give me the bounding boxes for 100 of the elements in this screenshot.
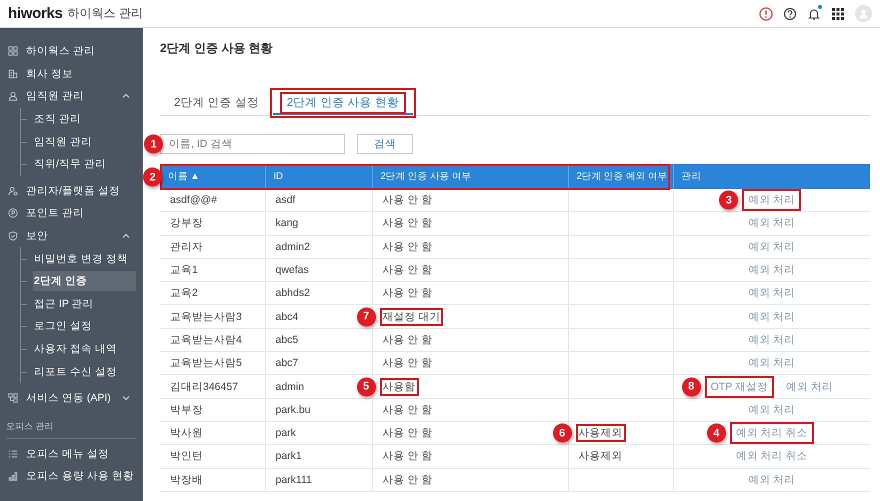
building-icon	[8, 68, 18, 79]
table-cell: 교육1	[160, 258, 265, 282]
section-label: 오피스 관리	[6, 420, 136, 438]
action-link[interactable]: 예외 처리	[745, 472, 798, 488]
table-cell: admin2	[265, 235, 372, 258]
status-text: 사용 안 함	[382, 334, 432, 346]
sidebar-item[interactable]: 하이웍스 관리	[0, 40, 142, 63]
table-cell: 박인턴	[160, 444, 265, 468]
status-text: 사용함	[382, 380, 416, 393]
sidebar-subitem[interactable]: 2단계 인증	[33, 271, 136, 292]
table-cell: asdf@@#	[160, 189, 265, 212]
tab[interactable]: 2단계 인증 사용 현황	[272, 91, 413, 115]
chevron-icon	[122, 92, 130, 100]
sidebar-item[interactable]: 오피스 메뉴 설정	[0, 442, 142, 466]
table-cell: 교육받는사람5	[160, 352, 265, 375]
status-text: 사용 안 함	[382, 427, 432, 440]
table-cell: abhds2	[265, 282, 372, 305]
status-text: 사용 안 함	[382, 357, 432, 370]
table-cell: park1	[265, 444, 372, 468]
status-text: 사용 안 함	[382, 194, 432, 206]
table-cell: kang	[265, 212, 372, 236]
table-cell: 교육2	[160, 282, 265, 305]
sidebar-item[interactable]: 서비스 연동 (API)	[0, 386, 142, 410]
status-text: 재설정 대기	[382, 310, 440, 323]
action-link[interactable]: 예외 처리	[745, 238, 798, 255]
table-cell: abc7	[265, 352, 372, 375]
help-icon[interactable]	[783, 6, 797, 20]
action-link[interactable]: 예외 처리	[745, 192, 798, 208]
exception-text: 사용제외	[578, 450, 622, 462]
table-cell: 강부장	[160, 212, 265, 236]
sidebar-item[interactable]: 포인트 관리	[0, 202, 142, 225]
table-cell: 김대리346457	[160, 374, 265, 398]
action-link[interactable]: 예외 처리	[745, 402, 798, 418]
sidebar-subitem[interactable]: 임직원 관리	[33, 132, 136, 152]
app-title: 하이웍스 관리	[68, 5, 143, 22]
person-icon	[8, 91, 18, 102]
sidebar-subitem[interactable]: 로그인 설정	[33, 316, 136, 336]
table-cell: 박사원	[160, 421, 265, 445]
table-cell: asdf	[265, 189, 372, 212]
sidebar-subitem[interactable]: 비밀번호 변경 정책	[33, 248, 136, 269]
search-field[interactable]: 이름, ID 검색	[160, 134, 345, 154]
status-text: 사용 안 함	[382, 404, 432, 416]
action-link[interactable]: OTP 재설정	[708, 378, 771, 395]
table-cell: abc5	[265, 328, 372, 352]
status-text: 사용 안 함	[382, 217, 432, 230]
action-link[interactable]: 예외 처리	[745, 332, 798, 348]
table-cell: 교육받는사람3	[160, 304, 265, 328]
callout-badge: 2	[143, 168, 162, 186]
action-link[interactable]: 예외 처리 취소	[732, 425, 811, 442]
tab[interactable]: 2단계 인증 설정	[160, 91, 273, 115]
action-link[interactable]: 예외 처리	[745, 308, 798, 325]
search-button[interactable]: 검색	[357, 134, 413, 154]
status-text: 사용 안 함	[382, 287, 432, 300]
status-text: 사용 안 함	[382, 264, 432, 276]
status-text: 사용 안 함	[382, 450, 432, 462]
alert-icon[interactable]	[759, 6, 773, 20]
list-icon	[8, 448, 18, 459]
table-cell: park	[265, 421, 372, 445]
status-text: 사용 안 함	[382, 474, 432, 486]
action-link[interactable]: 예외 처리	[745, 262, 798, 278]
nodes-icon	[8, 393, 18, 404]
sidebar-item[interactable]: 오피스 용량 사용 현황	[0, 465, 142, 488]
callout-badge: 3	[719, 190, 738, 210]
apps-grid-icon[interactable]	[831, 6, 845, 20]
action-link[interactable]: 예외 처리	[745, 355, 798, 372]
status-text: 사용 안 함	[382, 240, 432, 253]
table-cell: 박장배	[160, 468, 265, 492]
logo[interactable]: hiworks	[8, 5, 63, 22]
sidebar-item[interactable]: 회사 정보	[0, 62, 142, 86]
grid-icon	[8, 46, 18, 56]
bell-icon[interactable]	[807, 6, 821, 20]
action-link[interactable]: 예외 처리	[745, 285, 798, 302]
sidebar-subitem[interactable]: 접근 IP 관리	[33, 294, 136, 314]
sidebar-item[interactable]: 관리자/플랫폼 설정	[0, 180, 142, 202]
exception-text: 사용제외	[578, 427, 622, 440]
page-title: 2단계 인증 사용 현황	[160, 40, 274, 57]
table-cell: qwefas	[265, 258, 372, 282]
callout-badge: 7	[356, 307, 376, 326]
action-link[interactable]: 예외 처리 취소	[732, 448, 811, 464]
sidebar-item[interactable]: 보안	[0, 224, 142, 248]
action-link[interactable]: 예외 처리	[782, 378, 836, 395]
bar-chart-icon	[8, 471, 18, 482]
table-cell: 교육받는사람4	[160, 328, 265, 352]
sidebar-subitem[interactable]: 리포트 수신 설정	[33, 362, 136, 382]
table-cell: 박부장	[160, 398, 265, 422]
sidebar-subitem[interactable]: 사용자 접속 내역	[33, 339, 136, 360]
callout-badge: 6	[552, 424, 572, 443]
sidebar-subitem[interactable]: 조직 관리	[33, 109, 136, 130]
chevron-icon	[122, 232, 130, 240]
chevron-icon	[122, 394, 130, 402]
table-cell: park111	[265, 468, 372, 492]
table-cell: park.bu	[265, 398, 372, 422]
callout-badge: 8	[682, 377, 701, 396]
callout-badge: 5	[356, 377, 376, 396]
column-header[interactable]: 관리	[673, 164, 870, 189]
shield-check-icon	[8, 231, 18, 242]
person-gear-icon	[8, 186, 18, 196]
sidebar-subitem[interactable]: 직위/직무 관리	[33, 154, 136, 174]
sidebar-item[interactable]: 임직원 관리	[0, 85, 142, 108]
action-link[interactable]: 예외 처리	[745, 215, 798, 232]
